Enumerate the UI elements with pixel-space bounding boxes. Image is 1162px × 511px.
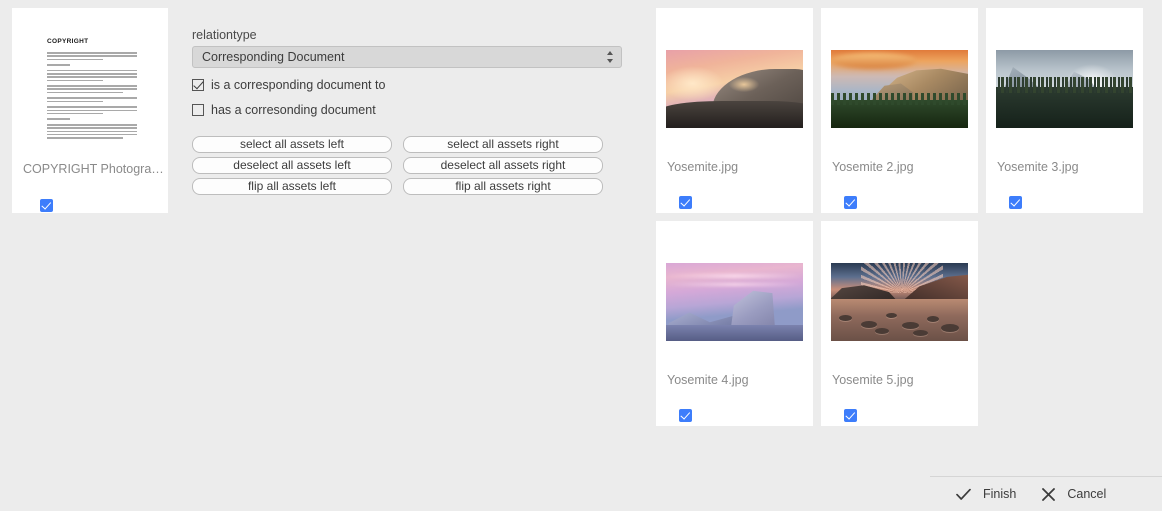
misty-valley-pines-photo <box>996 50 1133 128</box>
asset-card[interactable]: Yosemite 3.jpg <box>986 8 1143 213</box>
lake-rocks-sunrise-photo <box>831 263 968 341</box>
asset-thumbnail <box>666 50 803 128</box>
half-dome-snow-violet-photo <box>666 263 803 341</box>
deselect-all-assets-left-button[interactable]: deselect all assets left <box>192 157 392 174</box>
el-capitan-sunrise-photo <box>831 50 968 128</box>
flip-all-assets-left-button[interactable]: flip all assets left <box>192 178 392 195</box>
checkbox-checked-icon <box>844 196 857 209</box>
check-icon <box>956 488 971 501</box>
cancel-label: Cancel <box>1067 487 1107 501</box>
source-asset-card[interactable]: COPYRIGHT COPYRIGHT Photograph... <box>12 8 168 213</box>
asset-thumbnail <box>831 50 968 128</box>
checkbox-checked-icon <box>1009 196 1022 209</box>
cancel-button[interactable]: Cancel <box>1042 487 1106 501</box>
asset-thumbnail <box>831 263 968 341</box>
asset-checkbox[interactable] <box>844 409 857 425</box>
asset-filename: Yosemite 4.jpg <box>667 373 749 387</box>
asset-card[interactable]: Yosemite.jpg <box>656 8 813 213</box>
document-heading: COPYRIGHT <box>47 38 89 45</box>
half-dome-sunset-photo <box>666 50 803 128</box>
asset-filename: Yosemite 5.jpg <box>832 373 914 387</box>
asset-thumbnail <box>996 50 1133 128</box>
finish-label: Finish <box>983 487 1017 501</box>
checkbox-checked-icon <box>679 409 692 422</box>
left-asset-checkbox[interactable] <box>40 199 53 215</box>
target-assets-panel: Yosemite.jpg Yosemite 2.jpg Yosemite 3.j… <box>656 8 1144 426</box>
bulk-action-buttons: select all assets left select all assets… <box>192 136 624 195</box>
asset-grid: Yosemite.jpg Yosemite 2.jpg Yosemite 3.j… <box>656 8 1144 426</box>
dialog-footer: Finish Cancel <box>930 476 1162 511</box>
asset-card[interactable]: Yosemite 5.jpg <box>821 221 978 426</box>
asset-card[interactable]: Yosemite 2.jpg <box>821 8 978 213</box>
is-corresponding-document-checkbox[interactable] <box>192 79 204 91</box>
source-asset-label: COPYRIGHT Photograph... <box>23 162 165 176</box>
asset-filename: Yosemite 3.jpg <box>997 160 1079 174</box>
checkbox-checked-icon <box>844 409 857 422</box>
relation-form: relationtype Corresponding Document is a… <box>192 28 624 195</box>
asset-card[interactable]: Yosemite 4.jpg <box>656 221 813 426</box>
document-thumbnail: COPYRIGHT <box>35 30 147 150</box>
checkbox-checked-icon <box>40 199 53 212</box>
asset-filename: Yosemite 2.jpg <box>832 160 914 174</box>
relationtype-select[interactable]: Corresponding Document <box>192 46 622 68</box>
asset-thumbnail <box>666 263 803 341</box>
checkbox-checked-icon <box>679 196 692 209</box>
asset-checkbox[interactable] <box>679 409 692 425</box>
asset-checkbox[interactable] <box>1009 196 1022 212</box>
direction-checkbox-row-1[interactable]: has a corresonding document <box>192 102 624 118</box>
has-corresponding-document-label: has a corresonding document <box>211 103 376 117</box>
select-all-assets-left-button[interactable]: select all assets left <box>192 136 392 153</box>
is-corresponding-document-label: is a corresponding document to <box>211 78 386 92</box>
asset-filename: Yosemite.jpg <box>667 160 739 174</box>
relationtype-selected-value: Corresponding Document <box>202 50 345 64</box>
close-icon <box>1042 487 1056 501</box>
has-corresponding-document-checkbox[interactable] <box>192 104 204 116</box>
footer-actions: Finish Cancel <box>930 477 1162 511</box>
select-all-assets-right-button[interactable]: select all assets right <box>403 136 603 153</box>
relationtype-label: relationtype <box>192 28 257 42</box>
stepper-arrows-icon <box>606 50 615 66</box>
asset-checkbox[interactable] <box>844 196 857 212</box>
finish-button[interactable]: Finish <box>956 487 1016 501</box>
deselect-all-assets-right-button[interactable]: deselect all assets right <box>403 157 603 174</box>
asset-checkbox[interactable] <box>679 196 692 212</box>
flip-all-assets-right-button[interactable]: flip all assets right <box>403 178 603 195</box>
document-body-lines <box>47 52 137 143</box>
direction-checkbox-row-0[interactable]: is a corresponding document to <box>192 77 624 93</box>
